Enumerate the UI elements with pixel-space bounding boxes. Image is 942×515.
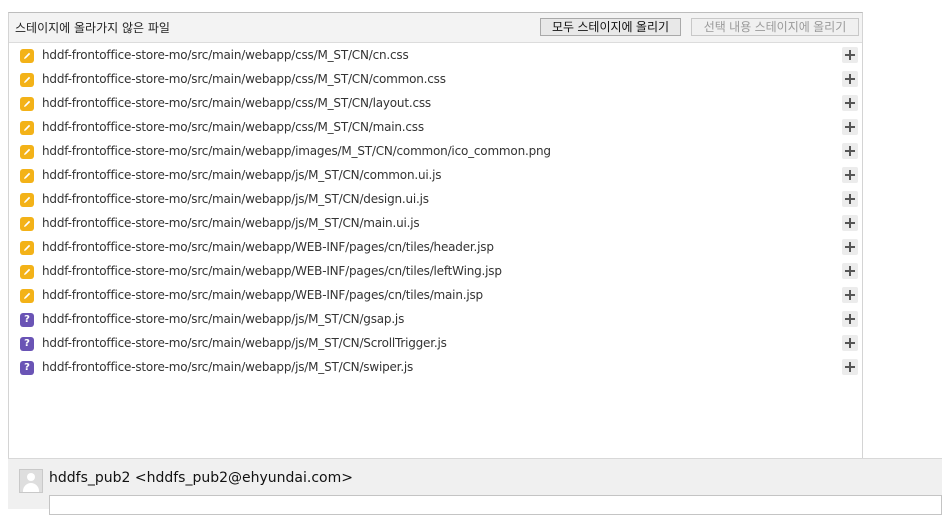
plus-icon[interactable] (842, 47, 858, 63)
question-icon: ? (20, 313, 34, 327)
file-path: hddf-frontoffice-store-mo/src/main/webap… (42, 96, 431, 110)
plus-icon[interactable] (842, 359, 858, 375)
stage-all-button[interactable]: 모두 스테이지에 올리기 (540, 18, 681, 36)
unstaged-panel-header: 스테이지에 올라가지 않은 파일 모두 스테이지에 올리기 선택 내용 스테이지… (9, 13, 862, 43)
plus-icon[interactable] (842, 167, 858, 183)
question-icon: ? (20, 361, 34, 375)
file-path: hddf-frontoffice-store-mo/src/main/webap… (42, 360, 414, 374)
pencil-icon (20, 193, 34, 207)
plus-icon[interactable] (842, 335, 858, 351)
user-avatar-icon (19, 469, 43, 493)
file-path: hddf-frontoffice-store-mo/src/main/webap… (42, 192, 429, 206)
file-row[interactable]: hddf-frontoffice-store-mo/src/main/webap… (9, 164, 862, 188)
unstaged-file-list: hddf-frontoffice-store-mo/src/main/webap… (9, 44, 862, 380)
plus-icon[interactable] (842, 95, 858, 111)
unstaged-panel-title: 스테이지에 올라가지 않은 파일 (15, 21, 170, 35)
pencil-icon (20, 73, 34, 87)
file-path: hddf-frontoffice-store-mo/src/main/webap… (42, 72, 446, 86)
file-row[interactable]: ? hddf-frontoffice-store-mo/src/main/weba… (9, 332, 862, 356)
question-icon: ? (20, 337, 34, 351)
file-row[interactable]: hddf-frontoffice-store-mo/src/main/webap… (9, 236, 862, 260)
file-row[interactable]: hddf-frontoffice-store-mo/src/main/webap… (9, 116, 862, 140)
file-path: hddf-frontoffice-store-mo/src/main/webap… (42, 144, 551, 158)
file-path: hddf-frontoffice-store-mo/src/main/webap… (42, 312, 405, 326)
file-row[interactable]: hddf-frontoffice-store-mo/src/main/webap… (9, 140, 862, 164)
file-path: hddf-frontoffice-store-mo/src/main/webap… (42, 216, 420, 230)
commit-message-input[interactable] (49, 495, 942, 515)
file-row[interactable]: hddf-frontoffice-store-mo/src/main/webap… (9, 260, 862, 284)
file-row[interactable]: ? hddf-frontoffice-store-mo/src/main/weba… (9, 356, 862, 380)
file-row[interactable]: hddf-frontoffice-store-mo/src/main/webap… (9, 284, 862, 308)
file-row[interactable]: hddf-frontoffice-store-mo/src/main/webap… (9, 68, 862, 92)
pencil-icon (20, 145, 34, 159)
file-path: hddf-frontoffice-store-mo/src/main/webap… (42, 240, 494, 254)
plus-icon[interactable] (842, 239, 858, 255)
file-path: hddf-frontoffice-store-mo/src/main/webap… (42, 48, 409, 62)
pencil-icon (20, 49, 34, 63)
plus-icon[interactable] (842, 263, 858, 279)
commit-author: hddfs_pub2 <hddfs_pub2@ehyundai.com> (49, 470, 353, 486)
pencil-icon (20, 121, 34, 135)
file-path: hddf-frontoffice-store-mo/src/main/webap… (42, 336, 447, 350)
plus-icon[interactable] (842, 71, 858, 87)
plus-icon[interactable] (842, 143, 858, 159)
pencil-icon (20, 169, 34, 183)
pencil-icon (20, 97, 34, 111)
file-path: hddf-frontoffice-store-mo/src/main/webap… (42, 168, 442, 182)
plus-icon[interactable] (842, 311, 858, 327)
plus-icon[interactable] (842, 119, 858, 135)
file-path: hddf-frontoffice-store-mo/src/main/webap… (42, 120, 424, 134)
plus-icon[interactable] (842, 287, 858, 303)
file-row[interactable]: ? hddf-frontoffice-store-mo/src/main/weba… (9, 308, 862, 332)
pencil-icon (20, 265, 34, 279)
stage-selected-button[interactable]: 선택 내용 스테이지에 올리기 (691, 18, 859, 36)
file-row[interactable]: hddf-frontoffice-store-mo/src/main/webap… (9, 92, 862, 116)
commit-area: hddfs_pub2 <hddfs_pub2@ehyundai.com> (8, 458, 942, 515)
file-row[interactable]: hddf-frontoffice-store-mo/src/main/webap… (9, 44, 862, 68)
plus-icon[interactable] (842, 215, 858, 231)
pencil-icon (20, 289, 34, 303)
file-path: hddf-frontoffice-store-mo/src/main/webap… (42, 264, 502, 278)
pencil-icon (20, 217, 34, 231)
unstaged-files-panel: 스테이지에 올라가지 않은 파일 모두 스테이지에 올리기 선택 내용 스테이지… (8, 12, 863, 458)
pencil-icon (20, 241, 34, 255)
plus-icon[interactable] (842, 191, 858, 207)
file-row[interactable]: hddf-frontoffice-store-mo/src/main/webap… (9, 188, 862, 212)
file-row[interactable]: hddf-frontoffice-store-mo/src/main/webap… (9, 212, 862, 236)
file-path: hddf-frontoffice-store-mo/src/main/webap… (42, 288, 483, 302)
